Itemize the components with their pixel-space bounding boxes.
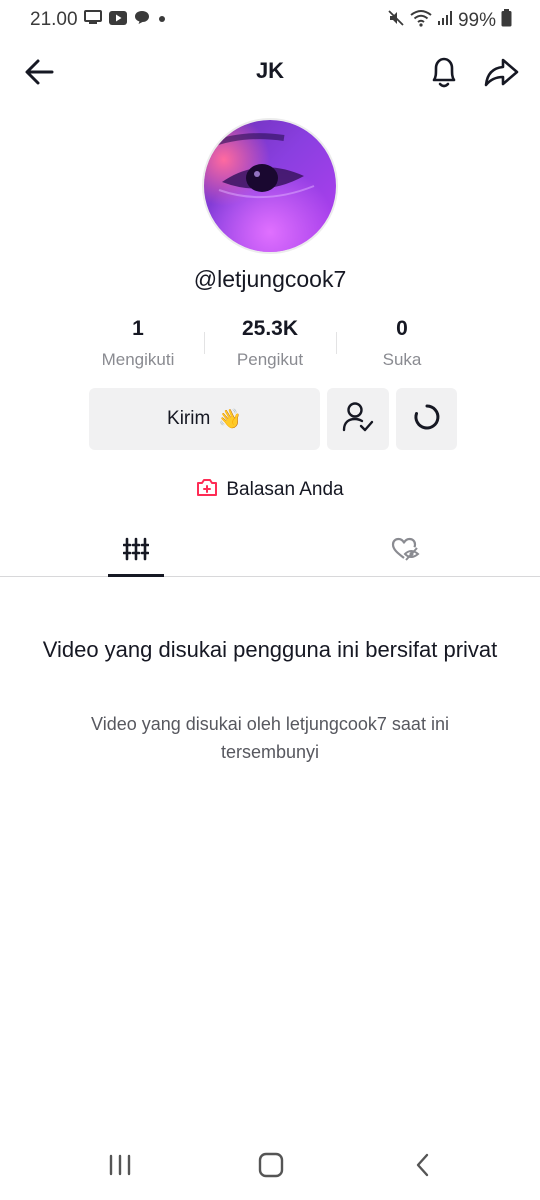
your-replies-link[interactable]: Balasan Anda xyxy=(0,477,540,503)
status-bar: 21.00 99% xyxy=(0,0,540,40)
stat-followers[interactable]: 25.3K Pengikut xyxy=(204,314,336,374)
mute-icon xyxy=(387,9,405,32)
bell-icon[interactable] xyxy=(426,53,462,91)
loading-spinner-icon xyxy=(413,403,441,436)
message-button-label: Kirim xyxy=(167,408,211,429)
following-label: Mengikuti xyxy=(101,350,175,369)
avatar[interactable] xyxy=(202,118,338,254)
private-notice-title: Video yang disukai pengguna ini bersifat… xyxy=(42,637,498,662)
notification-dot-icon xyxy=(157,11,167,29)
following-count: 1 xyxy=(132,317,144,340)
camera-plus-icon xyxy=(196,477,218,503)
profile-stats: 1 Mengikuti 25.3K Pengikut 0 Suka xyxy=(72,314,468,374)
battery-icon xyxy=(501,9,512,32)
tab-videos[interactable] xyxy=(108,525,164,577)
recent-apps-icon[interactable] xyxy=(106,1152,134,1183)
wifi-icon xyxy=(410,9,432,32)
status-time: 21.00 xyxy=(30,9,78,30)
system-back-icon[interactable] xyxy=(412,1152,434,1183)
suggested-accounts-button[interactable] xyxy=(396,388,457,450)
likes-count: 0 xyxy=(396,317,408,340)
followers-label: Pengikut xyxy=(236,350,304,369)
youtube-icon xyxy=(109,10,127,30)
private-notice-description: Video yang disukai oleh letjungcook7 saa… xyxy=(91,714,449,762)
active-tab-indicator xyxy=(108,574,164,577)
user-check-icon xyxy=(341,400,375,439)
system-nav-bar xyxy=(0,1140,540,1200)
home-icon[interactable] xyxy=(257,1152,285,1183)
tab-liked-videos[interactable] xyxy=(380,525,430,577)
stat-following[interactable]: 1 Mengikuti xyxy=(72,314,204,374)
screen-cast-icon xyxy=(84,10,102,30)
profile-tabs xyxy=(0,525,540,577)
chat-bubble-icon xyxy=(134,10,150,30)
stat-divider xyxy=(336,332,337,354)
your-replies-label: Balasan Anda xyxy=(226,479,344,500)
battery-percent: 99% xyxy=(457,9,496,31)
username: @letjungcook7 xyxy=(193,266,347,292)
following-button[interactable] xyxy=(327,388,389,450)
share-icon[interactable] xyxy=(482,54,520,90)
likes-label: Suka xyxy=(382,350,422,369)
grid-lines-icon xyxy=(122,536,150,567)
stat-divider xyxy=(204,332,205,354)
waving-hand-emoji: 👋 xyxy=(218,409,242,430)
heart-eye-off-icon xyxy=(390,536,420,567)
top-nav: JK xyxy=(0,48,540,94)
followers-count: 25.3K xyxy=(241,317,299,340)
message-button[interactable]: Kirim 👋 xyxy=(89,388,320,450)
stat-likes[interactable]: 0 Suka xyxy=(336,314,468,374)
signal-icon xyxy=(437,10,453,31)
